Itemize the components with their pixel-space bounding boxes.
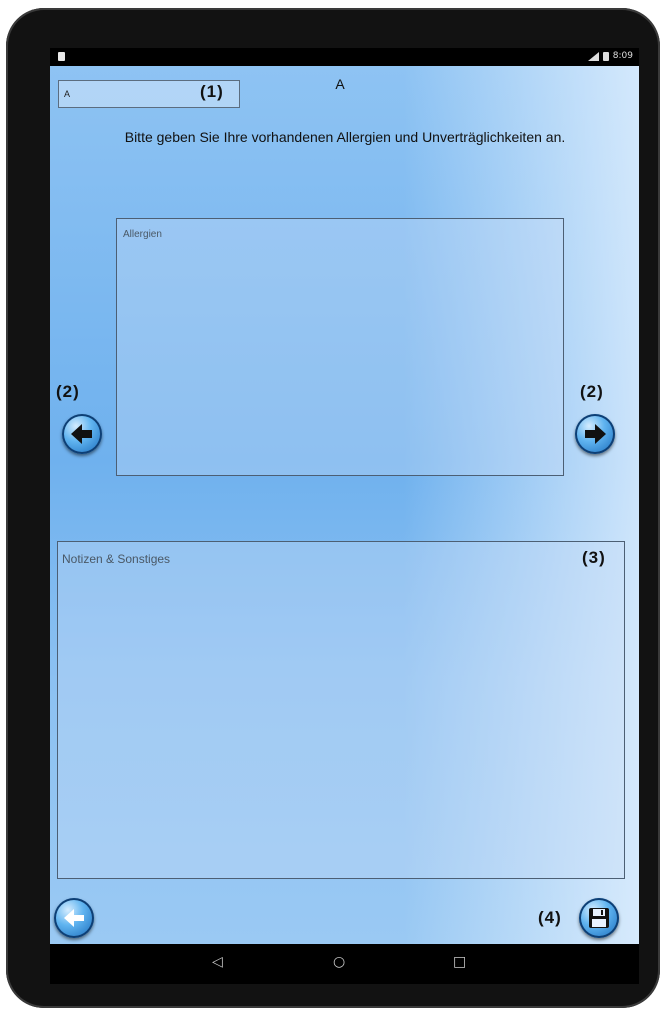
callout-2-right: (2) bbox=[580, 382, 604, 401]
status-right: 8:09 bbox=[587, 51, 633, 61]
notes-input[interactable]: Notizen & Sonstiges (3) bbox=[57, 541, 625, 879]
notes-input-label: Notizen & Sonstiges bbox=[62, 552, 171, 566]
nav-back-icon[interactable]: ◁ bbox=[212, 954, 223, 970]
allergy-input-label: Allergien bbox=[123, 229, 162, 240]
allergy-input[interactable]: Allergien bbox=[116, 218, 564, 476]
nav-home-icon[interactable]: ○ bbox=[333, 954, 345, 970]
callout-2-left: (2) bbox=[56, 382, 80, 401]
callout-3: (3) bbox=[582, 548, 606, 567]
callout-1: (1) bbox=[200, 82, 224, 101]
screen: 8:09 A (1) A Bitte geben Sie Ihre vorhan… bbox=[50, 48, 639, 1018]
save-button[interactable] bbox=[579, 898, 619, 938]
arrow-left-icon bbox=[71, 424, 92, 444]
back-arrow-icon bbox=[64, 909, 84, 927]
nav-recents-icon[interactable]: □ bbox=[453, 954, 466, 970]
notification-icon bbox=[58, 52, 65, 61]
status-bar: 8:09 bbox=[50, 48, 639, 66]
arrow-right-icon bbox=[585, 424, 606, 444]
battery-icon bbox=[602, 51, 609, 61]
callout-4: (4) bbox=[538, 908, 562, 927]
question-prompt: Bitte geben Sie Ihre vorhandenen Allergi… bbox=[124, 129, 566, 145]
next-button[interactable] bbox=[575, 414, 615, 454]
back-button[interactable] bbox=[54, 898, 94, 938]
signal-icon bbox=[587, 51, 599, 61]
clock: 8:09 bbox=[612, 51, 633, 61]
prev-button[interactable] bbox=[62, 414, 102, 454]
page-title: A bbox=[335, 76, 345, 92]
patient-field-value: A bbox=[64, 89, 71, 99]
android-nav-bar: ◁ ○ □ bbox=[50, 944, 639, 984]
app-content: A (1) A Bitte geben Sie Ihre vorhandenen… bbox=[50, 66, 639, 944]
floppy-disk-icon bbox=[589, 908, 609, 928]
